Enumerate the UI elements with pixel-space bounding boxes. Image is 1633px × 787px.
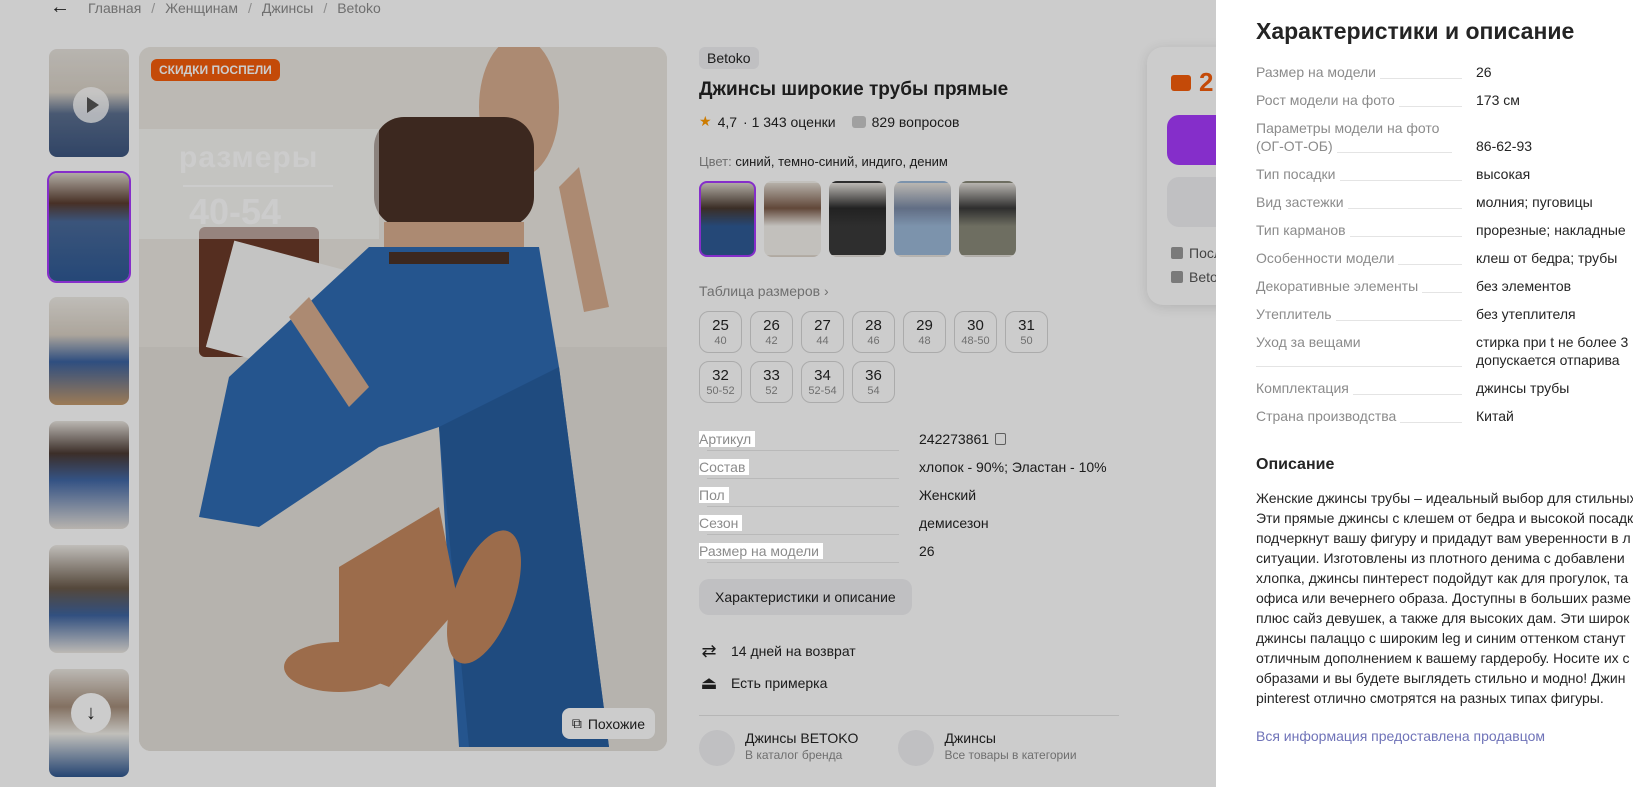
description-line: pinterest отлично смотрятся на разных ти… — [1256, 690, 1604, 706]
spec-key: Размер на модели — [699, 543, 823, 559]
description-line: Женские джинсы трубы – идеальный выбор д… — [1256, 490, 1633, 506]
characteristic-key: Уход за вещами — [1256, 332, 1476, 378]
characteristic-row: Вид застежки молния; пуговицы — [1256, 192, 1633, 220]
characteristic-row: Параметры модели на фото (ОГ-ОТ-ОБ) 86-62… — [1256, 118, 1633, 164]
characteristic-value: высокая — [1476, 166, 1531, 182]
characteristic-row: Размер на модели 26 — [1256, 62, 1633, 90]
characteristic-key: Тип посадки — [1256, 164, 1476, 192]
characteristic-value: 86-62-93 — [1476, 138, 1533, 154]
seller-info-link[interactable]: Вся информация предоставлена продавцом — [1256, 728, 1545, 744]
characteristic-row: Страна производства Китай — [1256, 406, 1633, 434]
description-line: джинсы палаццо с широким leg и синим отт… — [1256, 630, 1626, 646]
characteristic-row: Уход за вещами стирка при t не более 3 доп… — [1256, 332, 1633, 378]
row-leader — [1256, 366, 1462, 367]
characteristic-row: Комплектация джинсы трубы — [1256, 378, 1633, 406]
characteristic-value: Китай — [1476, 408, 1514, 424]
characteristic-value: без элементов — [1476, 278, 1572, 294]
description-line: плюс сайз девушек, а также для высоких д… — [1256, 610, 1630, 626]
spec-key: Состав — [699, 459, 750, 475]
characteristic-key: Утеплитель — [1256, 304, 1476, 332]
description-line: отличным дополнением к вашему гардеробу.… — [1256, 650, 1630, 666]
characteristic-key: Тип карманов — [1256, 220, 1476, 248]
characteristic-value: 173 см — [1476, 92, 1520, 108]
characteristic-key: Декоративные элементы — [1256, 276, 1476, 304]
description-line: подчеркнут вашу фигуру и придадут вам ув… — [1256, 530, 1631, 546]
panel-title: Характеристики и описание — [1256, 18, 1575, 44]
characteristic-key: Рост модели на фото — [1256, 90, 1476, 118]
characteristic-key: Параметры модели на фото (ОГ-ОТ-ОБ) — [1256, 118, 1466, 164]
characteristic-row: Тип карманов прорезные; накладные — [1256, 220, 1633, 248]
characteristic-row: Рост модели на фото 173 см — [1256, 90, 1633, 118]
description-line: образами и вы будете выглядеть стильно и… — [1256, 670, 1626, 686]
characteristic-row: Тип посадки высокая — [1256, 164, 1633, 192]
characteristic-row: Декоративные элементы без элементов — [1256, 276, 1633, 304]
characteristic-key: Страна производства — [1256, 406, 1476, 434]
description-text: Женские джинсы трубы – идеальный выбор д… — [1256, 488, 1633, 708]
characteristic-value: клеш от бедра; трубы — [1476, 250, 1618, 266]
characteristic-key: Размер на модели — [1256, 62, 1476, 90]
characteristic-value: без утеплителя — [1476, 306, 1576, 322]
characteristic-key: Вид застежки — [1256, 192, 1476, 220]
spec-key: Сезон — [699, 515, 743, 531]
spec-key: Пол — [699, 487, 729, 503]
description-line: Эти прямые джинсы с клешем от бедра и вы… — [1256, 510, 1633, 526]
description-line: ситуации. Изготовлены из плотного денима… — [1256, 550, 1625, 566]
characteristic-key: Комплектация — [1256, 378, 1476, 406]
characteristic-row: Утеплитель без утеплителя — [1256, 304, 1633, 332]
characteristic-value: молния; пуговицы — [1476, 194, 1593, 210]
characteristic-value: прорезные; накладные — [1476, 222, 1626, 238]
characteristics-list: Размер на модели 26 Рост модели на фото 173… — [1256, 62, 1633, 434]
characteristic-value: 26 — [1476, 64, 1492, 80]
spec-key: Артикул — [699, 431, 756, 447]
description-title: Описание — [1256, 456, 1335, 473]
characteristic-value: джинсы трубы — [1476, 380, 1570, 396]
characteristic-row: Особенности модели клеш от бедра; трубы — [1256, 248, 1633, 276]
characteristic-value: стирка при t не более 3 допускается отпар… — [1476, 334, 1629, 368]
characteristics-panel: Характеристики и описание Размер на моде… — [1216, 0, 1633, 787]
description-line: офиса или вечернего образа. Доступны в б… — [1256, 590, 1631, 606]
description-line: хлопка, джинсы пинтерест подойдут как дл… — [1256, 570, 1629, 586]
characteristic-key: Особенности модели — [1256, 248, 1476, 276]
